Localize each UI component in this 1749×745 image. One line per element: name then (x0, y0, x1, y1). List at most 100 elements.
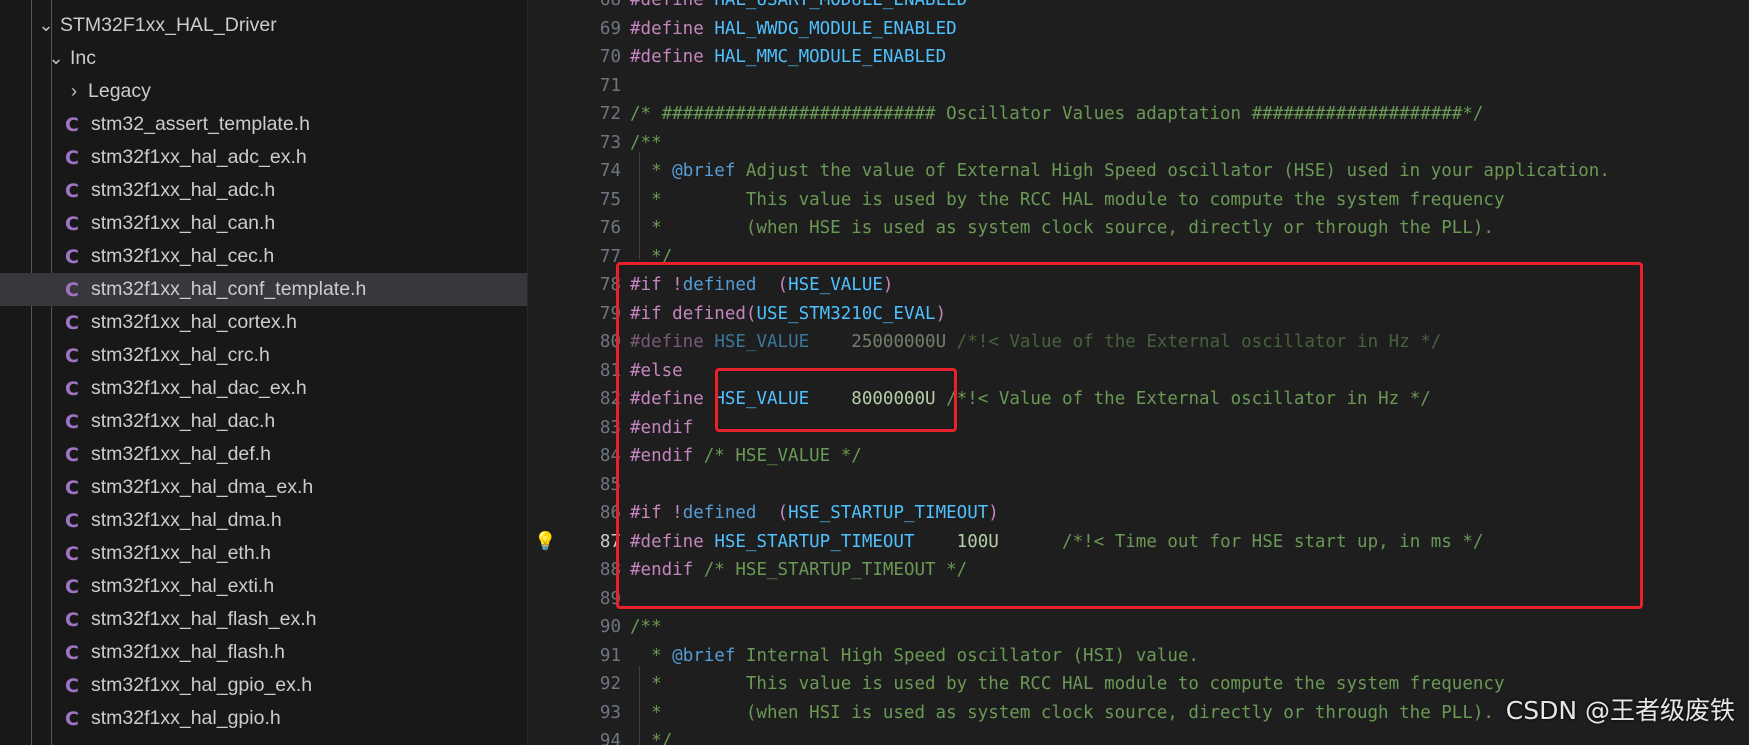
code-token: ( (777, 503, 789, 523)
code-line[interactable]: 81 #else (528, 357, 1749, 386)
file-label: stm32f1xx_hal_gpio.h (91, 707, 281, 729)
file-item[interactable]: Cstm32f1xx_hal_gpio.h (0, 702, 527, 735)
file-item[interactable]: Cstm32f1xx_hal_crc.h (0, 339, 527, 372)
code-text: #if !defined (HSE_STARTUP_TIMEOUT) (630, 499, 999, 528)
code-line[interactable]: 68 #define HAL_USART_MODULE_ENABLED (528, 0, 1749, 15)
file-item[interactable]: Cstm32f1xx_hal_adc_ex.h (0, 141, 527, 174)
file-item[interactable]: Cstm32f1xx_hal_exti.h (0, 570, 527, 603)
folder-stm32f1xx-hal-driver[interactable]: ⌄ STM32F1xx_HAL_Driver (0, 9, 527, 42)
code-line[interactable]: 85 (528, 471, 1749, 500)
code-line[interactable]: 73 /** (528, 129, 1749, 158)
line-number: 82 (599, 389, 621, 409)
file-item[interactable]: Cstm32f1xx_hal_dac_ex.h (0, 372, 527, 405)
file-item[interactable]: Cstm32f1xx_hal_cec.h (0, 240, 527, 273)
folder-legacy[interactable]: › Legacy (0, 75, 527, 108)
c-file-icon: C (65, 146, 79, 169)
code-text: * (when HSE is used as system clock sour… (630, 214, 1494, 243)
folder-label: Legacy (88, 80, 151, 102)
line-number: 81 (599, 360, 621, 381)
line-number: 70 (599, 47, 621, 67)
file-item[interactable]: Cstm32f1xx_hal_flash_ex.h (0, 603, 527, 636)
c-file-icon: C (65, 344, 79, 367)
code-text: */ (630, 727, 672, 745)
code-line[interactable]: 71 (528, 72, 1749, 101)
code-line[interactable]: 86 #if !defined (HSE_STARTUP_TIMEOUT) (528, 499, 1749, 528)
line-number: 89 (599, 588, 621, 609)
line-number: 86 (599, 503, 621, 523)
code-line[interactable]: 90 /** (528, 613, 1749, 642)
code-line[interactable]: 83 #endif (528, 414, 1749, 443)
code-token: HSE_STARTUP_TIMEOUT (788, 503, 989, 523)
lightbulb-icon[interactable]: 💡 (534, 528, 556, 557)
code-editor[interactable]: 68 #define HAL_USART_MODULE_ENABLED 69 #def… (528, 0, 1749, 745)
file-item[interactable]: Cstm32f1xx_hal_dma.h (0, 504, 527, 537)
code-line[interactable]: 79 #if defined(USE_STM3210C_EVAL) (528, 300, 1749, 329)
file-label: stm32f1xx_hal_can.h (91, 212, 276, 234)
code-line[interactable]: 82 #define HSE_VALUE 8000000U /*!< Value … (528, 385, 1749, 414)
folder-inc[interactable]: ⌄ Inc (0, 42, 527, 75)
code-line[interactable]: 94 */ (528, 727, 1749, 745)
line-number: 80 (599, 332, 621, 352)
code-token: * This value is used by the RCC HAL modu… (630, 189, 1505, 210)
code-line[interactable]: 74 * @brief Adjust the value of External… (528, 157, 1749, 186)
code-token: /*!< Time out for HSE start up, in ms */ (1062, 531, 1484, 552)
code-token: defined( (672, 303, 757, 324)
file-item[interactable]: Cstm32f1xx_hal_adc.h (0, 174, 527, 207)
code-token: * (630, 161, 673, 181)
code-token: defined (682, 275, 757, 295)
code-line[interactable]: 76 * (when HSE is used as system clock s… (528, 214, 1749, 243)
code-token: HSE_VALUE (714, 389, 810, 409)
line-number: 90 (599, 617, 621, 637)
c-file-icon: C (65, 542, 79, 565)
line-number: 84 (599, 446, 621, 466)
code-line[interactable]: 91 * @brief Internal High Speed oscillat… (528, 642, 1749, 671)
c-file-icon: C (65, 476, 79, 499)
c-file-icon: C (65, 707, 79, 730)
code-text: #define HAL_USART_MODULE_ENABLED (630, 0, 967, 15)
code-text: #define HAL_MMC_MODULE_ENABLED (630, 43, 946, 72)
code-line[interactable]: 87 💡 #define HSE_STARTUP_TIMEOUT 100U /*!<… (528, 528, 1749, 557)
file-item[interactable]: Cstm32f1xx_hal_dma_ex.h (0, 471, 527, 504)
c-file-icon: C (65, 443, 79, 466)
code-line[interactable]: 78 #if !defined (HSE_VALUE) (528, 271, 1749, 300)
code-token: #define (630, 332, 704, 352)
file-item[interactable]: Cstm32_assert_template.h (0, 108, 527, 141)
file-item[interactable]: Cstm32f1xx_hal_conf_template.h (0, 273, 527, 306)
file-item[interactable]: Cstm32f1xx_hal_def.h (0, 438, 527, 471)
file-item[interactable]: Cstm32f1xx_hal_dac.h (0, 405, 527, 438)
code-token: /*!< Value of the External oscillator in… (956, 332, 1442, 352)
file-item[interactable]: Cstm32f1xx_hal_eth.h (0, 537, 527, 570)
file-label: stm32f1xx_hal_dma.h (91, 509, 282, 531)
file-item[interactable]: Cstm32f1xx_hal_can.h (0, 207, 527, 240)
c-file-icon: C (65, 212, 79, 235)
file-item[interactable]: Cstm32f1xx_hal_gpio_ex.h (0, 669, 527, 702)
code-line[interactable]: 89 (528, 585, 1749, 614)
line-number: 93 (599, 702, 621, 723)
c-file-icon: C (65, 575, 79, 598)
file-label: stm32_assert_template.h (91, 113, 310, 135)
file-item[interactable]: Cstm32f1xx_hal_cortex.h (0, 306, 527, 339)
line-number: 92 (599, 674, 621, 694)
code-line[interactable]: 84 #endif /* HSE_VALUE */ (528, 442, 1749, 471)
code-line[interactable]: 72 /* ########################## Oscillat… (528, 100, 1749, 129)
code-line[interactable]: 88 #endif /* HSE_STARTUP_TIMEOUT */ (528, 556, 1749, 585)
code-line[interactable]: 80 #define HSE_VALUE 25000000U /*!< Value… (528, 328, 1749, 357)
code-line[interactable]: 77 */ (528, 243, 1749, 272)
code-line[interactable]: 69 #define HAL_WWDG_MODULE_ENABLED (528, 15, 1749, 44)
code-line[interactable]: 70 #define HAL_MMC_MODULE_ENABLED (528, 43, 1749, 72)
file-item[interactable]: Cstm32f1xx_hal_flash.h (0, 636, 527, 669)
code-token: ! (672, 503, 683, 523)
code-text: #define HSE_STARTUP_TIMEOUT 100U /*!< Ti… (630, 528, 1483, 557)
line-number: 75 (599, 189, 621, 210)
code-line[interactable]: 75 * This value is used by the RCC HAL m… (528, 186, 1749, 215)
code-token: HSE_VALUE (714, 332, 810, 352)
c-file-icon: C (65, 509, 79, 532)
code-token: /*!< Value of the External oscillator in… (946, 389, 1431, 409)
